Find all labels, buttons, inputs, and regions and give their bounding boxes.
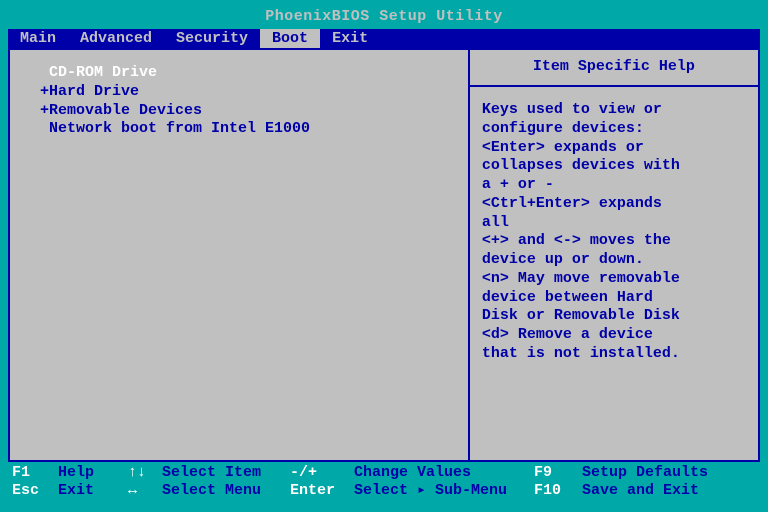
- menu-exit[interactable]: Exit: [320, 29, 380, 48]
- app-title: PhoenixBIOS Setup Utility: [8, 6, 760, 29]
- label-select-item: Select Item: [162, 464, 290, 482]
- menu-label: Advanced: [80, 30, 152, 47]
- menu-main[interactable]: Main: [8, 29, 68, 48]
- key-f10: F10: [534, 482, 582, 500]
- key-f1: F1: [12, 464, 58, 482]
- key-plusminus: -/+: [290, 464, 354, 482]
- footer-row-1: F1 Help ↑↓ Select Item -/+ Change Values…: [12, 464, 756, 482]
- boot-item-label: Network boot from Intel E1000: [49, 120, 310, 137]
- menu-label: Boot: [272, 30, 308, 47]
- menu-label: Main: [20, 30, 56, 47]
- label-select-menu: Select Menu: [162, 482, 290, 500]
- label-change-values: Change Values: [354, 464, 534, 482]
- boot-order-pane: CD-ROM Drive +Hard Drive +Removable Devi…: [10, 50, 468, 460]
- menu-security[interactable]: Security: [164, 29, 260, 48]
- expand-prefix: +: [40, 102, 49, 119]
- menu-boot[interactable]: Boot: [260, 29, 320, 48]
- boot-item-network[interactable]: Network boot from Intel E1000: [40, 120, 458, 139]
- help-body: Keys used to view or configure devices: …: [470, 87, 758, 374]
- label-exit: Exit: [58, 482, 128, 500]
- boot-item-label: Hard Drive: [49, 83, 139, 100]
- bios-screen: PhoenixBIOS Setup Utility Main Advanced …: [0, 0, 768, 512]
- menu-bar: Main Advanced Security Boot Exit: [8, 29, 760, 48]
- boot-item-cdrom[interactable]: CD-ROM Drive: [40, 64, 458, 83]
- boot-item-label: CD-ROM Drive: [49, 64, 157, 81]
- key-f9: F9: [534, 464, 582, 482]
- label-setup-defaults: Setup Defaults: [582, 464, 708, 482]
- expand-prefix: +: [40, 83, 49, 100]
- boot-item-label: Removable Devices: [49, 102, 202, 119]
- menu-label: Security: [176, 30, 248, 47]
- help-pane: Item Specific Help Keys used to view or …: [468, 50, 758, 460]
- key-updown: ↑↓: [128, 464, 162, 482]
- key-leftright: ↔: [128, 482, 162, 500]
- label-save-exit: Save and Exit: [582, 482, 699, 500]
- expand-prefix: [40, 64, 49, 81]
- boot-item-harddrive[interactable]: +Hard Drive: [40, 83, 458, 102]
- label-select-submenu: Select ▸ Sub-Menu: [354, 482, 534, 500]
- boot-item-removable[interactable]: +Removable Devices: [40, 102, 458, 121]
- label-help: Help: [58, 464, 128, 482]
- help-title: Item Specific Help: [470, 50, 758, 87]
- menu-advanced[interactable]: Advanced: [68, 29, 164, 48]
- key-enter: Enter: [290, 482, 354, 500]
- key-esc: Esc: [12, 482, 58, 500]
- expand-prefix: [40, 120, 49, 137]
- footer-keymap: F1 Help ↑↓ Select Item -/+ Change Values…: [8, 462, 760, 504]
- footer-row-2: Esc Exit ↔ Select Menu Enter Select ▸ Su…: [12, 482, 756, 500]
- content-area: CD-ROM Drive +Hard Drive +Removable Devi…: [8, 48, 760, 462]
- menu-label: Exit: [332, 30, 368, 47]
